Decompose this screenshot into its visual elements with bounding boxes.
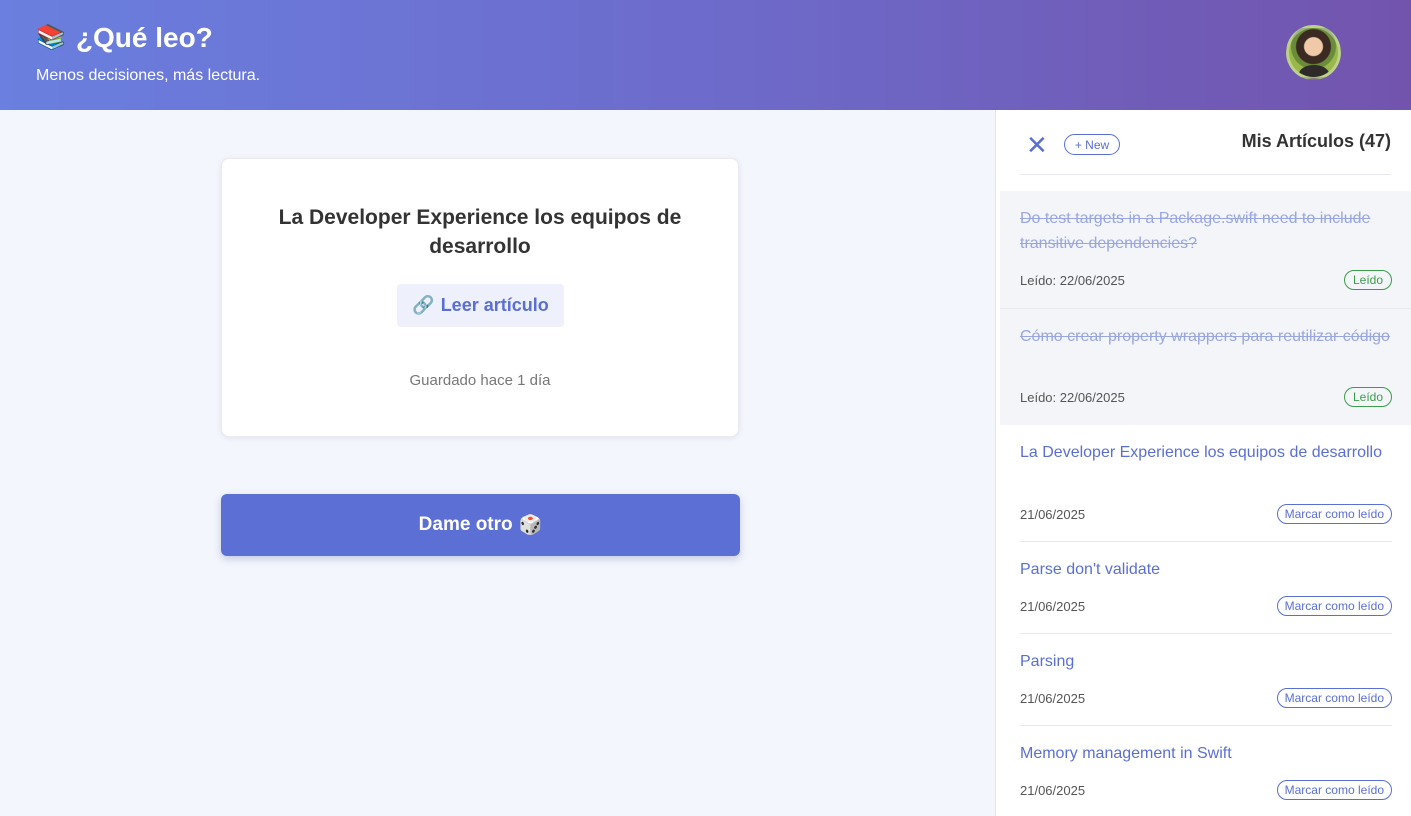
article-title[interactable]: Cómo crear property wrappers para reutil… xyxy=(1020,324,1392,349)
app-title: ¿Qué leo? xyxy=(75,22,213,53)
app-header: 📚 ¿Qué leo? Menos decisiones, más lectur… xyxy=(0,0,1411,110)
article-title[interactable]: Parsing xyxy=(1020,649,1392,674)
mark-as-read-button[interactable]: Marcar como leído xyxy=(1276,780,1392,800)
divider xyxy=(1020,174,1391,175)
article-card-title: La Developer Experience los equipos de d… xyxy=(278,206,682,258)
article-card: La Developer Experience los equipos de d… xyxy=(221,158,739,437)
article-date: 21/06/2025 xyxy=(1020,599,1086,614)
app-title-row: 📚 ¿Qué leo? xyxy=(36,22,213,54)
article-date: 21/06/2025 xyxy=(1020,783,1086,798)
list-item[interactable]: Parse don't validate 21/06/2025 Marcar c… xyxy=(1000,542,1411,634)
app-subtitle: Menos decisiones, más lectura. xyxy=(36,67,261,84)
list-item[interactable]: La Developer Experience los equipos de d… xyxy=(1000,425,1411,542)
article-date: Leído: 22/06/2025 xyxy=(1020,390,1125,405)
dice-icon: 🎲 xyxy=(518,515,543,536)
article-date: Leído: 22/06/2025 xyxy=(1020,273,1125,288)
article-title[interactable]: La Developer Experience los equipos de d… xyxy=(1020,440,1392,465)
list-item[interactable]: Parsing 21/06/2025 Marcar como leído xyxy=(1000,634,1411,726)
mark-as-read-button[interactable]: Marcar como leído xyxy=(1276,688,1392,708)
user-avatar[interactable] xyxy=(1286,25,1341,80)
link-icon: 🔗 xyxy=(412,295,435,315)
articles-sidebar: ✕ + New Mis Artículos (47) Do test targe… xyxy=(995,110,1411,816)
mark-as-read-button[interactable]: Marcar como leído xyxy=(1276,596,1392,616)
list-item[interactable]: Do test targets in a Package.swift need … xyxy=(1000,191,1411,308)
read-badge: Leído xyxy=(1343,387,1392,407)
article-title[interactable]: Memory management in Swift xyxy=(1020,741,1392,766)
books-icon: 📚 xyxy=(36,24,66,51)
read-article-label: Leer artículo xyxy=(440,295,549,315)
close-icon[interactable]: ✕ xyxy=(1026,132,1048,158)
mark-as-read-button[interactable]: Marcar como leído xyxy=(1276,504,1392,524)
read-badge: Leído xyxy=(1343,270,1392,290)
sidebar-title: Mis Artículos (47) xyxy=(1241,131,1391,151)
list-item[interactable]: Memory management in Swift 21/06/2025 Ma… xyxy=(1000,726,1411,816)
read-article-link[interactable]: 🔗 Leer artículo xyxy=(397,284,564,327)
give-another-label: Dame otro xyxy=(418,514,513,535)
article-title[interactable]: Do test targets in a Package.swift need … xyxy=(1020,206,1392,256)
main-content: La Developer Experience los equipos de d… xyxy=(0,110,995,816)
article-date: 21/06/2025 xyxy=(1020,691,1086,706)
list-item[interactable]: Cómo crear property wrappers para reutil… xyxy=(1000,308,1411,425)
new-article-button[interactable]: + New xyxy=(1064,134,1120,155)
give-another-button[interactable]: Dame otro 🎲 xyxy=(221,494,740,556)
avatar-figure xyxy=(1299,65,1329,77)
article-date: 21/06/2025 xyxy=(1020,507,1086,522)
saved-time: Guardado hace 1 día xyxy=(409,372,551,389)
article-title[interactable]: Parse don't validate xyxy=(1020,557,1392,582)
